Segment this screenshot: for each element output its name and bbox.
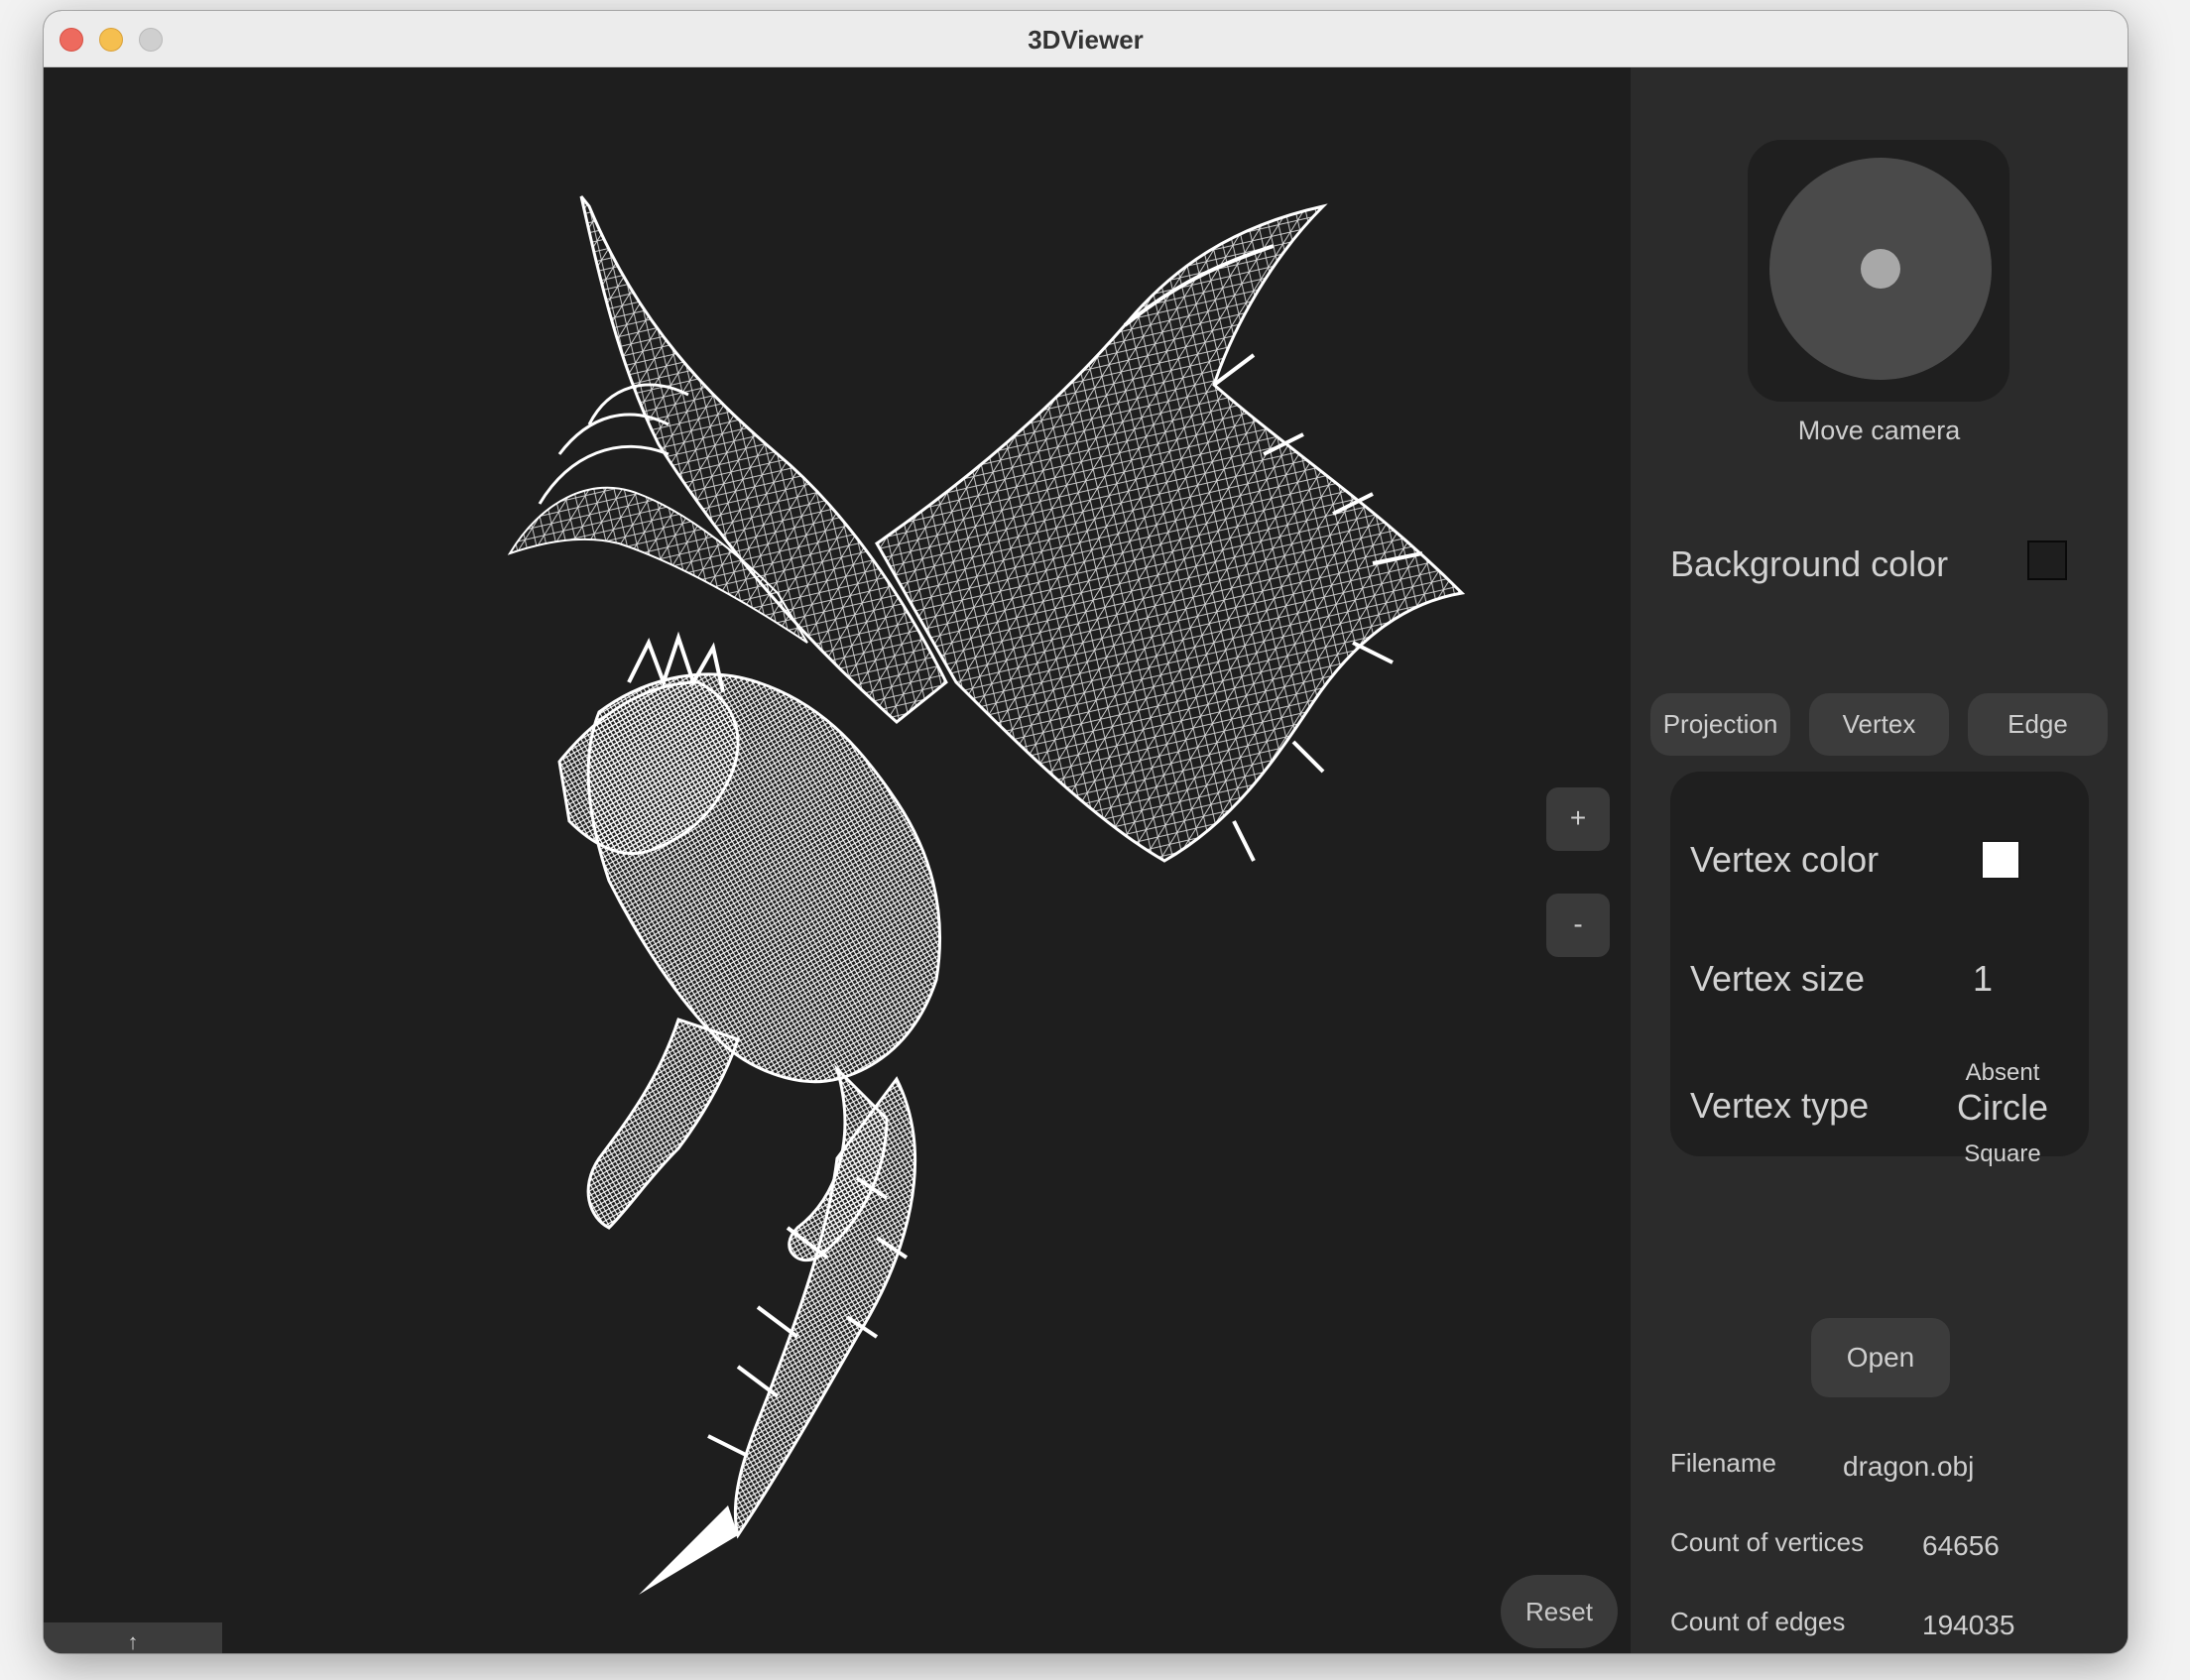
collapse-panel-button[interactable]: ↑: [44, 1622, 222, 1653]
settings-sidebar: Move camera Background color Projection …: [1631, 67, 2128, 1653]
edge-count-label: Count of edges: [1670, 1607, 1846, 1636]
vertex-size-value[interactable]: 1: [1973, 958, 1993, 1000]
edge-count-value: 194035: [1922, 1610, 2015, 1640]
vertex-count-label: Count of vertices: [1670, 1527, 1865, 1557]
filename-value: dragon.obj: [1843, 1451, 1975, 1482]
background-color-swatch[interactable]: [2027, 540, 2067, 580]
move-camera-label: Move camera: [1797, 416, 1961, 445]
vertex-color-label: Vertex color: [1690, 839, 1880, 880]
window-title: 3DViewer: [1028, 25, 1144, 55]
joystick-knob[interactable]: [1861, 249, 1900, 289]
title-bar: 3DViewer: [44, 11, 2128, 67]
vertex-type-option-absent[interactable]: Absent: [1928, 1059, 2077, 1087]
filename-label: Filename: [1670, 1448, 1776, 1478]
tab-edge[interactable]: Edge: [1968, 693, 2108, 756]
app-window: 3DViewer + - Reset ↑ Move camera Backgro…: [44, 11, 2128, 1653]
dragon-wireframe-model: [507, 195, 1466, 1595]
camera-joystick[interactable]: [1748, 140, 2009, 402]
background-color-label: Background color: [1670, 543, 1949, 584]
open-file-button[interactable]: Open: [1811, 1318, 1950, 1397]
tab-projection[interactable]: Projection: [1650, 693, 1790, 756]
vertex-type-option-square[interactable]: Square: [1928, 1140, 2077, 1168]
vertex-size-label: Vertex size: [1690, 958, 1866, 999]
vertex-settings-card: Vertex color Vertex size 1 Vertex type A…: [1670, 772, 2089, 1167]
zoom-out-button[interactable]: -: [1546, 894, 1610, 957]
vertex-count-value: 64656: [1922, 1530, 2000, 1561]
zoom-in-button[interactable]: +: [1546, 787, 1610, 851]
vertex-type-label: Vertex type: [1690, 1085, 1870, 1126]
joystick-ring: [1769, 158, 1992, 380]
3d-viewport[interactable]: + - Reset ↑: [44, 67, 1631, 1653]
reset-button[interactable]: Reset: [1501, 1575, 1618, 1648]
vertex-color-swatch[interactable]: [1981, 840, 2020, 880]
tab-vertex[interactable]: Vertex: [1809, 693, 1949, 756]
vertex-type-option-circle[interactable]: Circle: [1928, 1087, 2077, 1129]
